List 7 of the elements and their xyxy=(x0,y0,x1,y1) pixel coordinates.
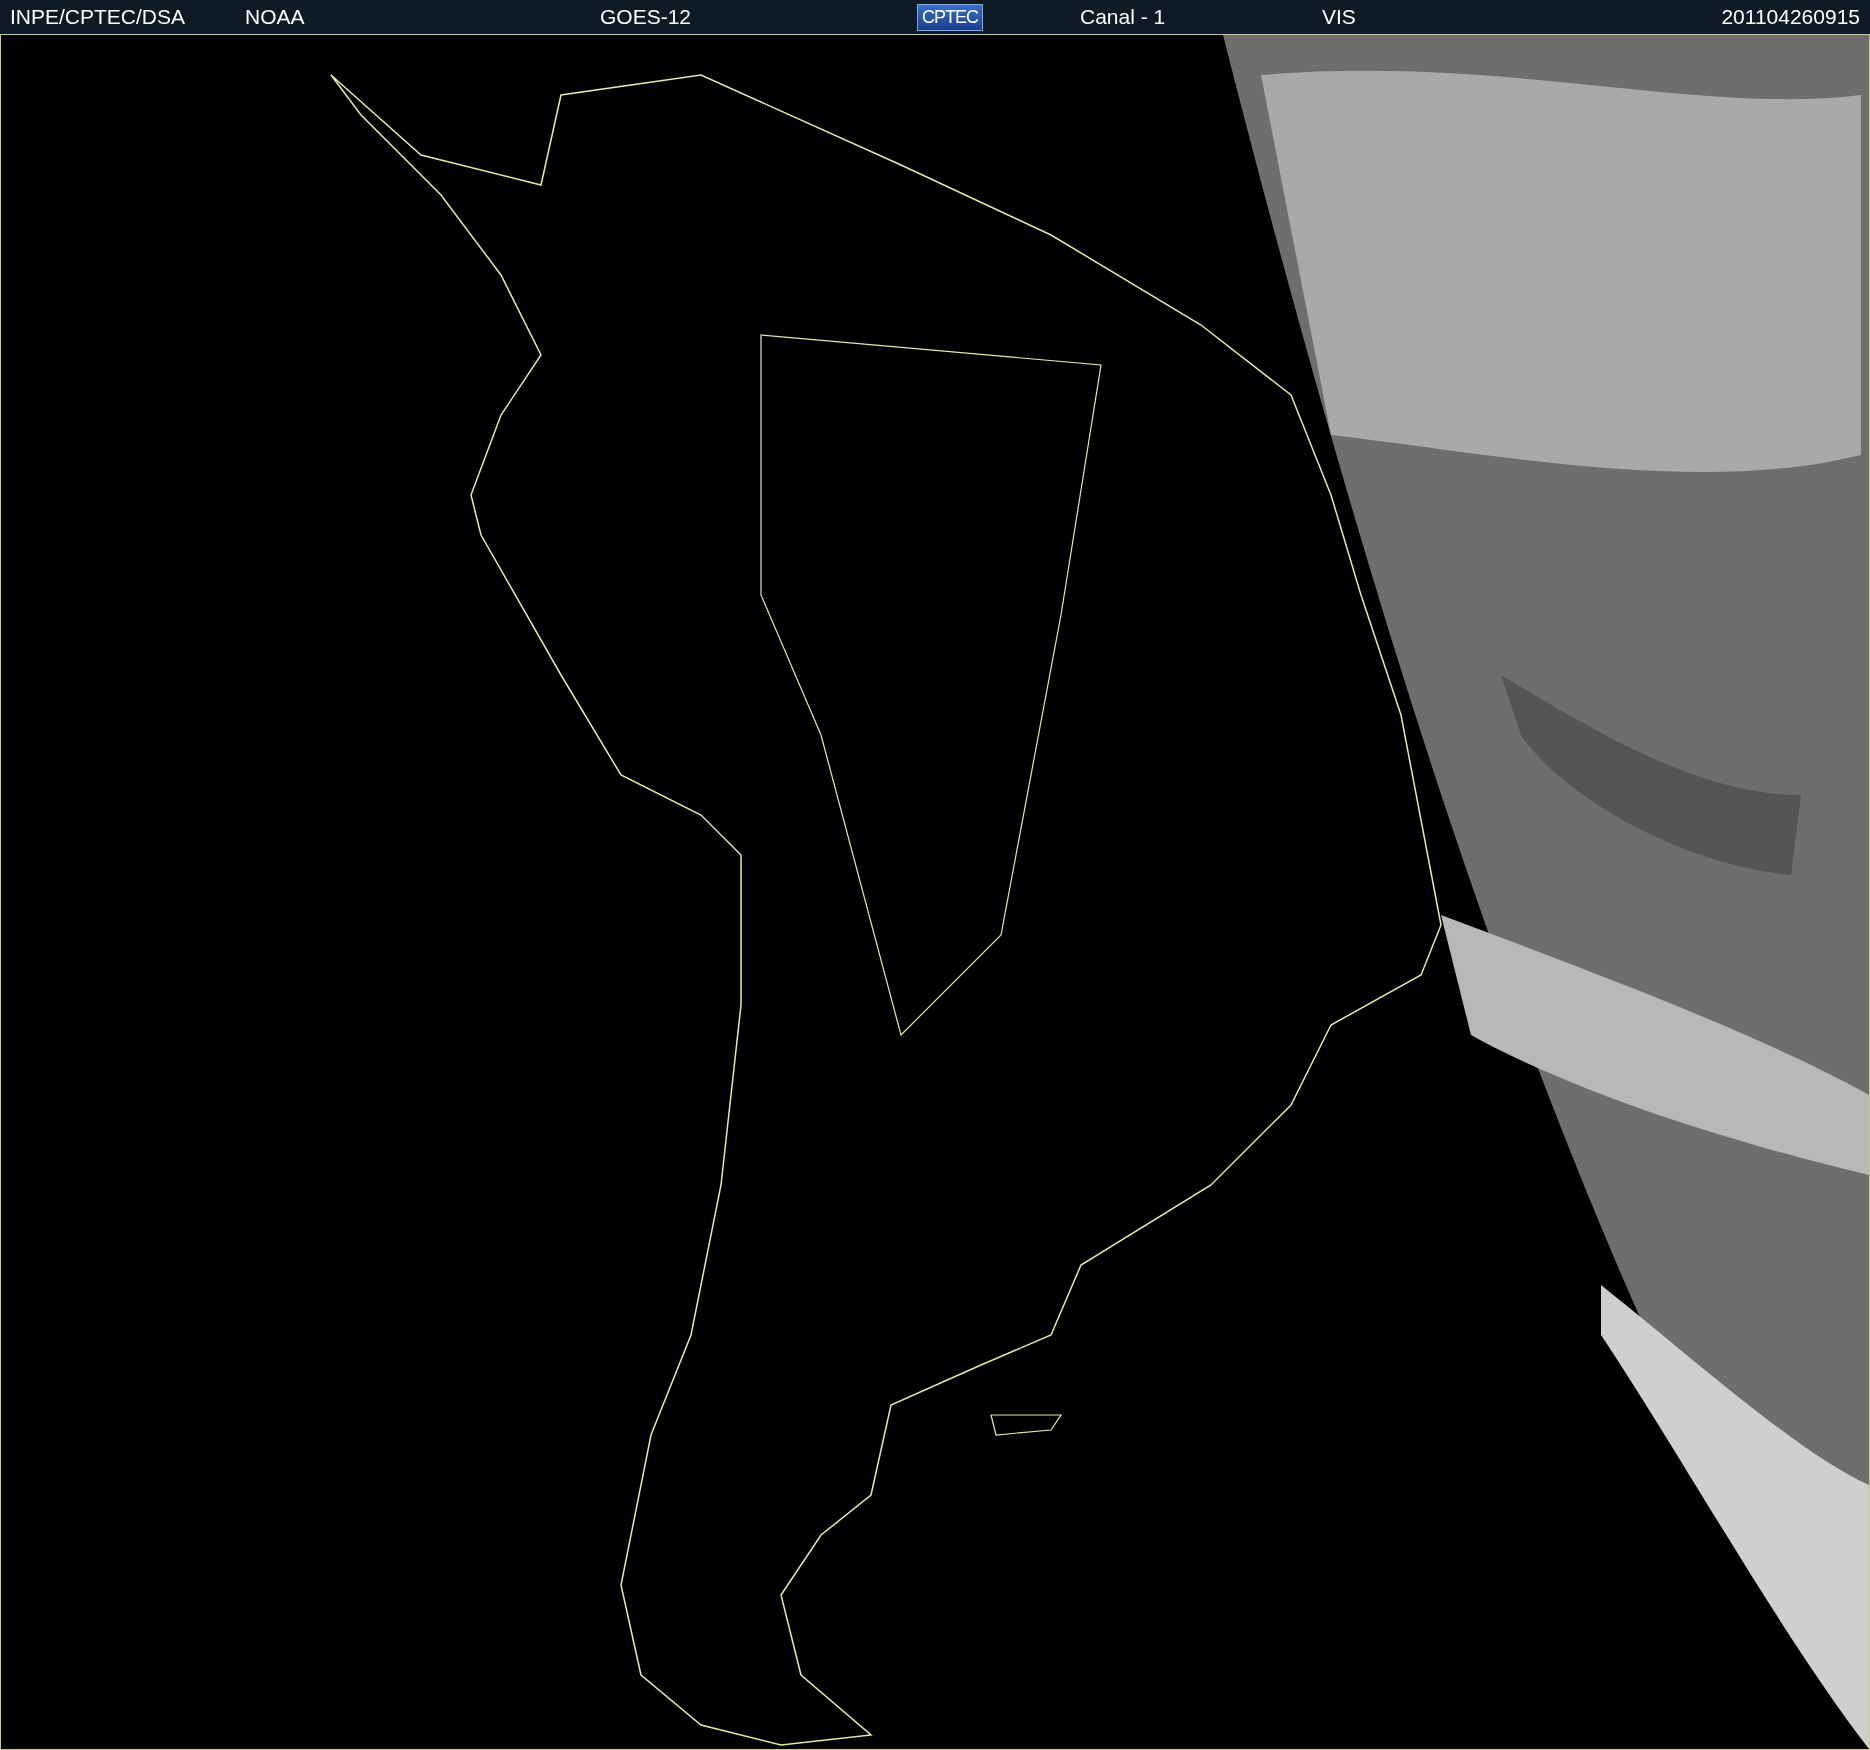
header-label: Canal - 1 xyxy=(1080,5,1166,29)
header-label: GOES-12 xyxy=(600,5,692,29)
header-label: VIS xyxy=(1322,5,1356,29)
header-label: NOAA xyxy=(245,5,305,29)
logo: CPTEC xyxy=(917,3,983,31)
header-label: INPE/CPTEC/DSA xyxy=(10,5,186,29)
header-label: 201104260915 xyxy=(1721,5,1860,29)
